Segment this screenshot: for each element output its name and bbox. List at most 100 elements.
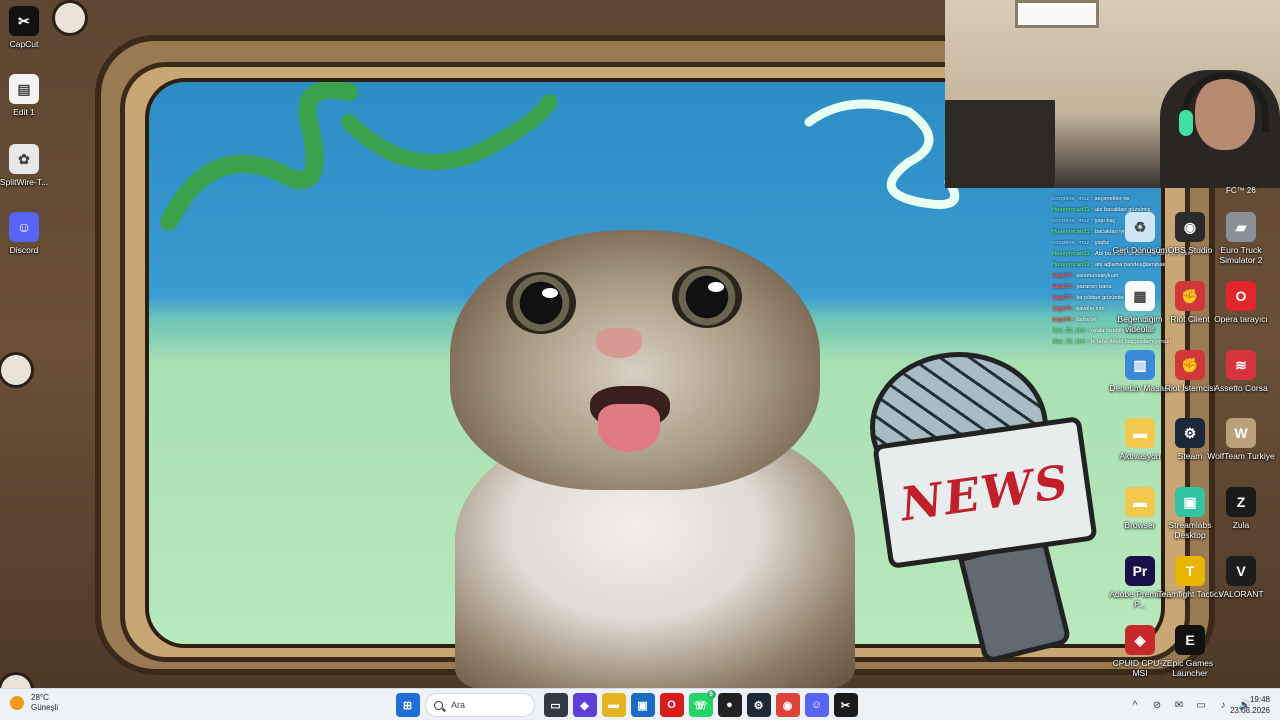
- start-icon: ⊞: [402, 699, 413, 712]
- desktop-icon-streamlabs[interactable]: ▣ Streamlabs Desktop: [1163, 487, 1217, 540]
- weather-widget[interactable]: 28°C Güneşli: [10, 693, 58, 713]
- taskbar-folder-button[interactable]: ▬: [601, 693, 626, 717]
- clock[interactable]: 19:48 23.08.2026: [1230, 694, 1270, 716]
- chat-username: Huseyincan31 :: [1052, 251, 1094, 257]
- cpuz-icon: ◈: [1125, 625, 1155, 655]
- riot-icon: ✊: [1175, 281, 1205, 311]
- clock-date: 23.08.2026: [1229, 706, 1270, 715]
- taskbar-obs-button[interactable]: ●: [717, 693, 742, 717]
- mail-icon[interactable]: ✉: [1171, 697, 1187, 713]
- cat-nose: [596, 328, 642, 358]
- discord-icon: ☺: [810, 699, 823, 711]
- weather-temp: 28°C: [31, 693, 49, 702]
- taskbar-start-button[interactable]: ⊞: [395, 693, 420, 717]
- weather-text: 28°C Güneşli: [31, 693, 58, 713]
- desktop-icon-label: WolfTeam Turkiye: [1207, 451, 1275, 461]
- desktop-icon-video-file[interactable]: ▤ Edit 1: [0, 74, 51, 117]
- chat-username: Huseyincan31 :: [1052, 229, 1094, 235]
- search-box[interactable]: Ara: [425, 693, 535, 717]
- cat-eye-left: [506, 272, 576, 334]
- chat-username: kaga76 :: [1052, 317, 1075, 323]
- desktop-icon-epic[interactable]: E Epic Games Launcher: [1163, 625, 1217, 678]
- desktop-icon-wolfteam[interactable]: W WolfTeam Turkiye: [1207, 418, 1275, 461]
- desktop-icon-label: Discord: [9, 245, 39, 255]
- sun-icon: [10, 696, 24, 710]
- zula-icon: Z: [1226, 487, 1256, 517]
- capcut-icon: ✂: [9, 6, 39, 36]
- taskbar-ms-store-button[interactable]: ▣: [630, 693, 655, 717]
- video-file-icon: ▤: [9, 74, 39, 104]
- desktop-icon-opera[interactable]: O Opera tarayıcı: [1214, 281, 1268, 324]
- streamlabs-icon: ▣: [1175, 487, 1205, 517]
- whatsapp-icon: ☏: [693, 699, 708, 712]
- chat-username: Huseyincan31 :: [1052, 262, 1094, 268]
- valorant-icon: V: [1226, 556, 1256, 586]
- chevron-up-icon[interactable]: ^: [1127, 697, 1143, 713]
- desktop-icon-label: Assetto Corsa: [1214, 383, 1268, 393]
- tv-bolt: [52, 0, 88, 36]
- steam-icon: ⚙: [1175, 418, 1205, 448]
- desktop-icon-label: Epic Games Launcher: [1166, 658, 1214, 678]
- desktop-icon-truck[interactable]: ▰ Euro Truck Simulator 2: [1214, 212, 1268, 265]
- chat-message: conplete_muz : seçenekler ne: [1052, 194, 1192, 205]
- desktop-icon-valorant[interactable]: V VALORANT: [1214, 556, 1268, 599]
- desktop-icon-premiere[interactable]: Pr Adobe Premiere P...: [1109, 556, 1171, 609]
- store-icon: ◆: [580, 699, 589, 712]
- chat-text: kavalın sını: [1076, 306, 1105, 312]
- file-icon: ▦: [1125, 281, 1155, 311]
- desktop-icon-label: SplitWire-T...: [0, 177, 49, 187]
- display-icon[interactable]: ▭: [1193, 697, 1209, 713]
- desktop-icon-file[interactable]: ▦ Beğendiğim videolar: [1113, 281, 1167, 334]
- splitwire-icon: ✿: [9, 144, 39, 174]
- chat-username: conplete_muz :: [1052, 218, 1093, 224]
- folder-icon: ▬: [1125, 487, 1155, 517]
- desktop-icon-zula[interactable]: Z Zula: [1214, 487, 1268, 530]
- discord-icon: ☺: [9, 212, 39, 242]
- webcam-window: [1015, 0, 1099, 28]
- opera-icon: O: [667, 699, 676, 711]
- taskbar: 28°C Güneşli ⊞ Ara ▭ ◆ ▬ ▣ O ☏ 5 ● ⚙ ◉ ☺ ✂ ^ ⊘ ✉ ▭ ♪ 🔊 19:…: [0, 688, 1280, 720]
- obs-icon: ◉: [1175, 212, 1205, 242]
- chat-text: seçenekler ne: [1094, 196, 1130, 202]
- taskbar-steam-button[interactable]: ⚙: [746, 693, 771, 717]
- microphone-icon[interactable]: ♪: [1215, 697, 1231, 713]
- taskbar-file-explorer-button[interactable]: ▭: [543, 693, 568, 717]
- webcam-shelf: [945, 100, 1055, 188]
- desktop-icon-label: VALORANT: [1218, 589, 1264, 599]
- desktop-icon-label: Edit 1: [13, 107, 35, 117]
- no-network-icon[interactable]: ⊘: [1149, 697, 1165, 713]
- taskbar-capcut-button[interactable]: ✂: [833, 693, 858, 717]
- chat-text: abi ağlama bendeağlamıbak: [1095, 262, 1166, 268]
- desktop-icon-assetto-corsa[interactable]: ≋ Assetto Corsa: [1214, 350, 1268, 393]
- assetto-corsa-icon: ≋: [1226, 350, 1256, 380]
- taskbar-whatsapp-button[interactable]: ☏ 5: [688, 690, 716, 717]
- chat-text: yazarsın bana: [1076, 284, 1112, 290]
- news-label: NEWS: [897, 453, 1073, 532]
- notification-badge: 5: [706, 690, 716, 699]
- folder-icon: ▬: [608, 699, 619, 711]
- taskbar-store-button[interactable]: ◆: [572, 693, 597, 717]
- weather-desc: Güneşli: [31, 703, 59, 712]
- premiere-icon: Pr: [1125, 556, 1155, 586]
- taskbar-discord-button[interactable]: ☺: [804, 693, 829, 717]
- epic-icon: E: [1175, 625, 1205, 655]
- chat-text: bi tane direkt başçasılamıyorsun: [1091, 339, 1172, 345]
- wolfteam-icon: W: [1226, 418, 1256, 448]
- taskbar-opera-button[interactable]: O: [659, 693, 684, 717]
- recycle-bin-icon: ♻: [1125, 212, 1155, 242]
- tv-bolt: [0, 352, 34, 388]
- taskbar-chrome-button[interactable]: ◉: [775, 693, 800, 717]
- desktop-icon-splitwire[interactable]: ✿ SplitWire-T...: [0, 144, 51, 187]
- desktop-icon-label: Euro Truck Simulator 2: [1219, 245, 1263, 265]
- opera-icon: O: [1226, 281, 1256, 311]
- fc-label: FC™ 26: [1226, 186, 1256, 195]
- capcut-icon: ✂: [840, 699, 851, 712]
- desktop-icon-capcut[interactable]: ✂ CapCut: [0, 6, 51, 49]
- desktop-icon-discord[interactable]: ☺ Discord: [0, 212, 51, 255]
- search-icon: [434, 700, 443, 710]
- chat-username: kaga76 :: [1052, 306, 1075, 312]
- desktop-icon-label: Opera tarayıcı: [1214, 314, 1268, 324]
- chat-username: kaga76 :: [1052, 273, 1075, 279]
- cat-eye-right: [672, 266, 742, 328]
- chat-username: conplete_muz :: [1052, 196, 1093, 202]
